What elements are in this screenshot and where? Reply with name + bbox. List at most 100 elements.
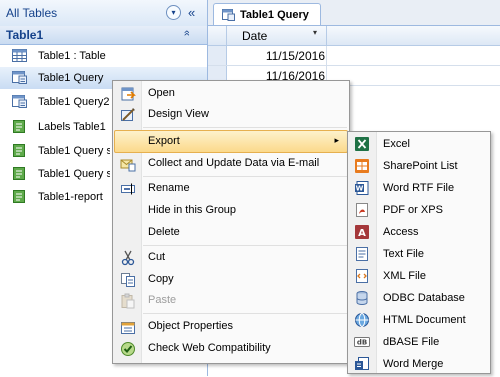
word-icon: W — [354, 180, 370, 196]
menu-item-hide-in-group[interactable]: Hide in this Group — [115, 200, 347, 221]
export-word-rtf[interactable]: W Word RTF File — [350, 177, 488, 199]
menu-item-label: Check Web Compatibility — [148, 342, 271, 354]
context-menu: Open Design View Export ▸ Collect and Up… — [112, 80, 350, 364]
nav-item-label: Table1 Query2 — [38, 96, 110, 108]
cut-icon — [120, 250, 136, 266]
tab-table1-query[interactable]: Table1 Query — [213, 3, 321, 27]
menu-item-collect-data[interactable]: Collect and Update Data via E-mail — [115, 153, 347, 174]
submenu-item-label: Text File — [383, 248, 424, 260]
column-sort-dropdown-icon[interactable]: ▾ — [313, 28, 317, 37]
xml-file-icon — [354, 268, 370, 284]
menu-item-label: Collect and Update Data via E-mail — [148, 157, 320, 169]
menu-separator — [143, 127, 347, 128]
submenu-arrow-icon: ▸ — [334, 135, 339, 145]
report-icon — [12, 144, 27, 157]
submenu-item-label: Word Merge — [383, 358, 444, 370]
nav-pane-title[interactable]: All Tables — [6, 6, 57, 20]
properties-icon — [120, 319, 136, 335]
copy-icon — [120, 272, 136, 288]
nav-item-label: Table1 : Table — [38, 50, 106, 62]
menu-separator — [143, 313, 347, 314]
menu-item-check-web-compatibility[interactable]: Check Web Compatibility — [115, 338, 347, 359]
web-check-icon — [120, 341, 136, 357]
export-odbc-database[interactable]: ODBC Database — [350, 287, 488, 309]
svg-text:A: A — [358, 228, 366, 239]
column-header-row: Date ▾ — [208, 26, 500, 46]
table-icon — [12, 49, 27, 62]
report-icon — [12, 167, 27, 180]
column-divider[interactable] — [326, 26, 327, 45]
word-merge-icon — [354, 356, 370, 372]
submenu-item-label: dBASE File — [383, 336, 440, 348]
menu-item-open[interactable]: Open — [115, 83, 347, 104]
nav-dropdown-icon[interactable]: ▾ — [166, 5, 181, 20]
group-title: Table1 — [6, 28, 44, 42]
submenu-item-label: Excel — [383, 138, 410, 150]
nav-pane-header[interactable]: All Tables ▾ « — [0, 0, 207, 27]
select-all-cell[interactable] — [208, 26, 227, 45]
menu-item-rename[interactable]: Rename — [115, 178, 347, 199]
collect-data-icon — [120, 156, 136, 172]
menu-item-object-properties[interactable]: Object Properties — [115, 316, 347, 337]
shutter-bar-close-icon[interactable]: « — [188, 5, 195, 20]
svg-text:dB: dB — [357, 339, 367, 347]
text-file-icon — [354, 246, 370, 262]
export-dbase-file[interactable]: dB dBASE File — [350, 331, 488, 353]
export-word-merge[interactable]: Word Merge — [350, 353, 488, 375]
menu-item-label: Open — [148, 87, 175, 99]
menu-item-label: Design View — [148, 108, 209, 120]
export-excel[interactable]: Excel — [350, 133, 488, 155]
export-xml-file[interactable]: XML File — [350, 265, 488, 287]
table-row: 11/15/2016 — [208, 46, 500, 66]
submenu-item-label: XML File — [383, 270, 426, 282]
menu-item-label: Rename — [148, 182, 190, 194]
export-access[interactable]: A Access — [350, 221, 488, 243]
menu-item-label: Object Properties — [148, 320, 233, 332]
nav-item-label: Table1-report — [38, 191, 103, 203]
menu-item-copy[interactable]: Copy — [115, 269, 347, 290]
menu-item-label: Hide in this Group — [148, 204, 237, 216]
submenu-item-label: PDF or XPS — [383, 204, 443, 216]
group-collapse-icon[interactable]: » — [181, 30, 193, 36]
odbc-icon — [354, 290, 370, 306]
menu-item-label: Cut — [148, 251, 166, 263]
submenu-item-label: Access — [383, 226, 419, 238]
column-divider — [326, 46, 327, 65]
menu-item-delete[interactable]: Delete — [115, 222, 347, 243]
design-view-icon — [120, 107, 136, 123]
excel-icon — [354, 136, 370, 152]
submenu-item-label: HTML Document — [383, 314, 466, 326]
menu-item-design-view[interactable]: Design View — [115, 104, 347, 125]
menu-item-label: Copy — [148, 273, 174, 285]
html-icon — [354, 312, 370, 328]
export-pdf-xps[interactable]: PDF or XPS — [350, 199, 488, 221]
export-text-file[interactable]: Text File — [350, 243, 488, 265]
access-icon: A — [354, 224, 370, 240]
menu-item-label: Delete — [148, 226, 180, 238]
date-cell[interactable]: 11/15/2016 — [226, 49, 325, 63]
column-header-date[interactable]: Date — [242, 29, 267, 43]
row-selector[interactable] — [208, 46, 227, 65]
nav-item-table1-table[interactable]: Table1 : Table — [0, 45, 207, 67]
menu-separator — [143, 176, 347, 177]
svg-text:W: W — [356, 185, 364, 193]
open-icon — [120, 86, 136, 102]
submenu-item-label: SharePoint List — [383, 160, 458, 172]
nav-item-label: Labels Table1 — [38, 121, 106, 133]
menu-item-paste[interactable]: Paste — [115, 290, 347, 311]
export-submenu: Excel SharePoint List W Word RTF File PD… — [347, 131, 491, 374]
query-icon — [12, 95, 27, 108]
export-html-document[interactable]: HTML Document — [350, 309, 488, 331]
query-icon — [222, 9, 235, 21]
group-header-table1[interactable]: Table1 » — [0, 26, 207, 45]
menu-item-label: Paste — [148, 294, 177, 306]
report-icon — [12, 190, 27, 203]
nav-item-label: Table1 Query s — [38, 145, 110, 157]
submenu-item-label: ODBC Database — [383, 292, 465, 304]
paste-icon — [120, 293, 136, 309]
menu-item-export[interactable]: Export ▸ — [114, 130, 348, 153]
nav-item-label: Table1 Query — [38, 72, 104, 84]
export-sharepoint-list[interactable]: SharePoint List — [350, 155, 488, 177]
menu-item-label: Export — [148, 135, 180, 147]
menu-item-cut[interactable]: Cut — [115, 247, 347, 268]
